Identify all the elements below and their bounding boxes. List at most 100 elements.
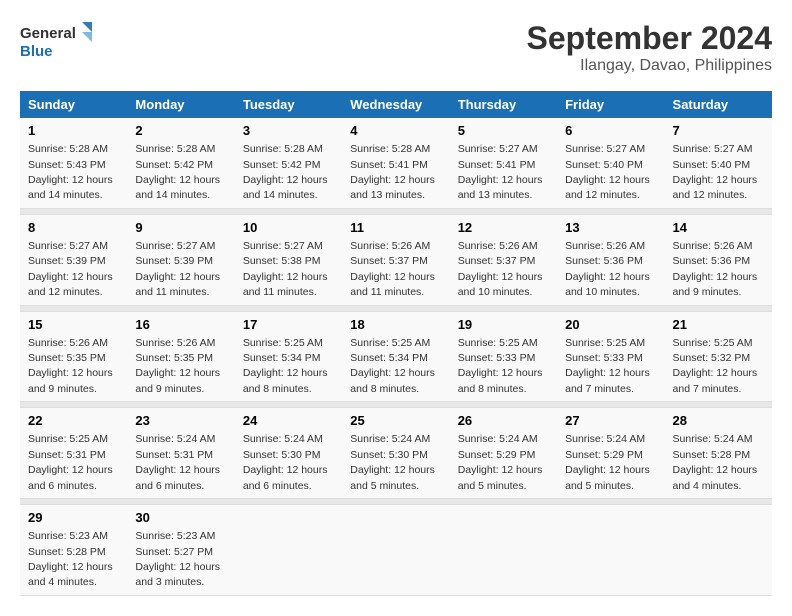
calendar-cell: 15 Sunrise: 5:26 AMSunset: 5:35 PMDayligh…	[20, 311, 127, 402]
calendar-header-row: SundayMondayTuesdayWednesdayThursdayFrid…	[20, 91, 772, 118]
day-number: 16	[135, 316, 226, 334]
sunrise-info: Sunrise: 5:24 AMSunset: 5:29 PMDaylight:…	[458, 433, 543, 491]
day-number: 29	[28, 509, 119, 527]
header-thursday: Thursday	[450, 91, 557, 118]
day-number: 30	[135, 509, 226, 527]
calendar-cell: 3 Sunrise: 5:28 AMSunset: 5:42 PMDaylight…	[235, 118, 342, 208]
sunrise-info: Sunrise: 5:26 AMSunset: 5:36 PMDaylight:…	[565, 240, 650, 298]
sunrise-info: Sunrise: 5:24 AMSunset: 5:29 PMDaylight:…	[565, 433, 650, 491]
calendar-cell: 13 Sunrise: 5:26 AMSunset: 5:36 PMDayligh…	[557, 214, 664, 305]
calendar-cell: 25 Sunrise: 5:24 AMSunset: 5:30 PMDayligh…	[342, 408, 449, 499]
week-row-2: 8 Sunrise: 5:27 AMSunset: 5:39 PMDaylight…	[20, 214, 772, 305]
day-number: 3	[243, 122, 334, 140]
day-number: 9	[135, 219, 226, 237]
sunrise-info: Sunrise: 5:28 AMSunset: 5:41 PMDaylight:…	[350, 143, 435, 201]
day-number: 7	[673, 122, 764, 140]
day-number: 24	[243, 412, 334, 430]
calendar-cell: 19Sunrise: 5:25 AMSunset: 5:33 PMDayligh…	[450, 311, 557, 402]
day-number: 5	[458, 122, 549, 140]
calendar-cell: 22 Sunrise: 5:25 AMSunset: 5:31 PMDayligh…	[20, 408, 127, 499]
week-row-3: 15 Sunrise: 5:26 AMSunset: 5:35 PMDayligh…	[20, 311, 772, 402]
calendar-cell: 20 Sunrise: 5:25 AMSunset: 5:33 PMDayligh…	[557, 311, 664, 402]
calendar-cell: 23 Sunrise: 5:24 AMSunset: 5:31 PMDayligh…	[127, 408, 234, 499]
sunrise-info: Sunrise: 5:27 AMSunset: 5:39 PMDaylight:…	[28, 240, 113, 298]
svg-text:Blue: Blue	[20, 43, 53, 60]
calendar-table: SundayMondayTuesdayWednesdayThursdayFrid…	[20, 91, 772, 596]
sunrise-info: Sunrise: 5:27 AMSunset: 5:38 PMDaylight:…	[243, 240, 328, 298]
day-number: 19	[458, 316, 549, 334]
day-number: 26	[458, 412, 549, 430]
svg-text:General: General	[20, 25, 76, 42]
day-number: 1	[28, 122, 119, 140]
calendar-cell: 28Sunrise: 5:24 AMSunset: 5:28 PMDayligh…	[665, 408, 772, 499]
calendar-cell: 30 Sunrise: 5:23 AMSunset: 5:27 PMDayligh…	[127, 505, 234, 596]
calendar-cell	[342, 505, 449, 596]
sunrise-info: Sunrise: 5:26 AMSunset: 5:35 PMDaylight:…	[28, 337, 113, 395]
calendar-cell: 1Sunrise: 5:28 AMSunset: 5:43 PMDaylight…	[20, 118, 127, 208]
calendar-cell: 18 Sunrise: 5:25 AMSunset: 5:34 PMDayligh…	[342, 311, 449, 402]
day-number: 12	[458, 219, 549, 237]
sunrise-info: Sunrise: 5:26 AMSunset: 5:37 PMDaylight:…	[458, 240, 543, 298]
sunrise-info: Sunrise: 5:23 AMSunset: 5:27 PMDaylight:…	[135, 530, 220, 588]
calendar-cell: 5 Sunrise: 5:27 AMSunset: 5:41 PMDaylight…	[450, 118, 557, 208]
sunrise-info: Sunrise: 5:24 AMSunset: 5:31 PMDaylight:…	[135, 433, 220, 491]
header-wednesday: Wednesday	[342, 91, 449, 118]
sunrise-info: Sunrise: 5:23 AMSunset: 5:28 PMDaylight:…	[28, 530, 113, 588]
calendar-cell: 29 Sunrise: 5:23 AMSunset: 5:28 PMDayligh…	[20, 505, 127, 596]
day-number: 13	[565, 219, 656, 237]
calendar-cell	[665, 505, 772, 596]
calendar-cell: 26 Sunrise: 5:24 AMSunset: 5:29 PMDayligh…	[450, 408, 557, 499]
sunrise-info: Sunrise: 5:26 AMSunset: 5:37 PMDaylight:…	[350, 240, 435, 298]
calendar-cell	[557, 505, 664, 596]
sunrise-info: Sunrise: 5:28 AMSunset: 5:42 PMDaylight:…	[243, 143, 328, 201]
logo: General Blue	[20, 20, 100, 65]
sunrise-info: Sunrise: 5:24 AMSunset: 5:28 PMDaylight:…	[673, 433, 758, 491]
day-number: 4	[350, 122, 441, 140]
sunrise-info: Sunrise: 5:27 AMSunset: 5:40 PMDaylight:…	[673, 143, 758, 201]
day-number: 14	[673, 219, 764, 237]
calendar-cell	[450, 505, 557, 596]
day-number: 22	[28, 412, 119, 430]
day-number: 25	[350, 412, 441, 430]
day-number: 20	[565, 316, 656, 334]
sunrise-info: Sunrise: 5:27 AMSunset: 5:39 PMDaylight:…	[135, 240, 220, 298]
calendar-cell: 8 Sunrise: 5:27 AMSunset: 5:39 PMDaylight…	[20, 214, 127, 305]
page-subtitle: Ilangay, Davao, Philippines	[527, 57, 772, 75]
logo-svg: General Blue	[20, 20, 100, 65]
day-number: 18	[350, 316, 441, 334]
calendar-cell: 9 Sunrise: 5:27 AMSunset: 5:39 PMDaylight…	[127, 214, 234, 305]
calendar-cell: 6Sunrise: 5:27 AMSunset: 5:40 PMDaylight…	[557, 118, 664, 208]
day-number: 17	[243, 316, 334, 334]
week-row-5: 29 Sunrise: 5:23 AMSunset: 5:28 PMDayligh…	[20, 505, 772, 596]
sunrise-info: Sunrise: 5:25 AMSunset: 5:34 PMDaylight:…	[350, 337, 435, 395]
day-number: 11	[350, 219, 441, 237]
week-row-1: 1Sunrise: 5:28 AMSunset: 5:43 PMDaylight…	[20, 118, 772, 208]
sunrise-info: Sunrise: 5:25 AMSunset: 5:33 PMDaylight:…	[565, 337, 650, 395]
day-number: 2	[135, 122, 226, 140]
title-area: September 2024 Ilangay, Davao, Philippin…	[527, 20, 772, 75]
day-number: 8	[28, 219, 119, 237]
day-number: 23	[135, 412, 226, 430]
calendar-cell: 10Sunrise: 5:27 AMSunset: 5:38 PMDayligh…	[235, 214, 342, 305]
calendar-cell: 27Sunrise: 5:24 AMSunset: 5:29 PMDayligh…	[557, 408, 664, 499]
sunrise-info: Sunrise: 5:25 AMSunset: 5:31 PMDaylight:…	[28, 433, 113, 491]
calendar-cell: 24Sunrise: 5:24 AMSunset: 5:30 PMDayligh…	[235, 408, 342, 499]
header-friday: Friday	[557, 91, 664, 118]
day-number: 15	[28, 316, 119, 334]
calendar-cell: 12 Sunrise: 5:26 AMSunset: 5:37 PMDayligh…	[450, 214, 557, 305]
calendar-cell: 21Sunrise: 5:25 AMSunset: 5:32 PMDayligh…	[665, 311, 772, 402]
calendar-cell: 16 Sunrise: 5:26 AMSunset: 5:35 PMDayligh…	[127, 311, 234, 402]
sunrise-info: Sunrise: 5:24 AMSunset: 5:30 PMDaylight:…	[350, 433, 435, 491]
header-monday: Monday	[127, 91, 234, 118]
sunrise-info: Sunrise: 5:28 AMSunset: 5:42 PMDaylight:…	[135, 143, 220, 201]
header-sunday: Sunday	[20, 91, 127, 118]
sunrise-info: Sunrise: 5:25 AMSunset: 5:32 PMDaylight:…	[673, 337, 758, 395]
calendar-cell	[235, 505, 342, 596]
sunrise-info: Sunrise: 5:26 AMSunset: 5:36 PMDaylight:…	[673, 240, 758, 298]
sunrise-info: Sunrise: 5:25 AMSunset: 5:34 PMDaylight:…	[243, 337, 328, 395]
week-row-4: 22 Sunrise: 5:25 AMSunset: 5:31 PMDayligh…	[20, 408, 772, 499]
calendar-cell: 7 Sunrise: 5:27 AMSunset: 5:40 PMDaylight…	[665, 118, 772, 208]
calendar-cell: 2 Sunrise: 5:28 AMSunset: 5:42 PMDaylight…	[127, 118, 234, 208]
sunrise-info: Sunrise: 5:26 AMSunset: 5:35 PMDaylight:…	[135, 337, 220, 395]
sunrise-info: Sunrise: 5:27 AMSunset: 5:41 PMDaylight:…	[458, 143, 543, 201]
